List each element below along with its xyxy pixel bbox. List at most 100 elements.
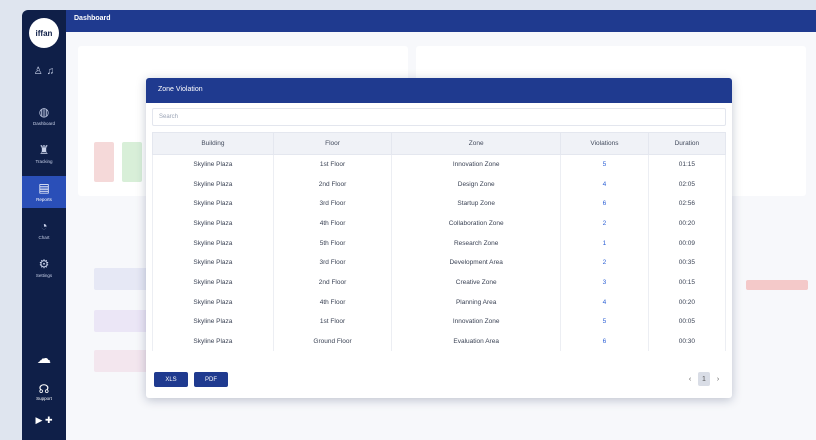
sidebar-item-label: Chart	[38, 235, 50, 240]
table-row: Skyline Plaza 3rd Floor Development Area 2 0…	[152, 252, 727, 273]
violations-table: Building Floor Zone Violations Duration Skyl…	[152, 132, 727, 352]
column-header: Zone	[391, 132, 562, 155]
export-xls-button[interactable]: XLS	[154, 372, 188, 387]
next-page-button[interactable]: ›	[712, 372, 724, 386]
top-bar: Dashboard	[66, 10, 816, 32]
dashboard-icon: ◍	[38, 105, 50, 119]
reports-icon: ▤	[38, 181, 50, 195]
bg-bar	[94, 142, 114, 182]
table-cell: 00:20	[647, 292, 727, 312]
table-cell: Collaboration Zone	[391, 213, 562, 234]
cloud-icon[interactable]: ☁	[22, 350, 66, 367]
bg-bar	[94, 350, 154, 372]
app-window: iffan ♙ ♫ ◍ Dashboard ♜ Tracking ▤ Reports ◔ Ch…	[22, 10, 816, 440]
table-cell: Skyline Plaza	[152, 213, 274, 234]
table-cell: 00:30	[647, 331, 727, 352]
table-row: Skyline Plaza 4th Floor Collaboration Zone…	[152, 213, 727, 234]
table-cell: 4th Floor	[272, 213, 393, 234]
tracking-icon: ♜	[38, 143, 50, 157]
violations-link[interactable]: 1	[560, 233, 649, 253]
table-row: Skyline Plaza 1st Floor Innovation Zone 5 00…	[152, 312, 727, 332]
violations-link[interactable]: 3	[560, 272, 649, 293]
page-title: Dashboard	[74, 15, 111, 22]
user-icon[interactable]: ♙	[34, 66, 43, 77]
zone-violation-modal: Zone Violation Search Building Floor Zone V…	[146, 78, 732, 398]
table-cell: 2nd Floor	[272, 174, 393, 194]
column-header: Building	[152, 132, 274, 155]
table-cell: Skyline Plaza	[152, 272, 274, 293]
table-cell: Ground Floor	[272, 331, 393, 352]
table-cell: Evaluation Area	[391, 331, 562, 352]
table-cell: 1st Floor	[272, 154, 393, 175]
violations-link[interactable]: 5	[560, 312, 649, 332]
pagination: ‹ 1 ›	[684, 372, 724, 386]
table-cell: 00:09	[647, 233, 727, 253]
table-cell: Startup Zone	[391, 193, 562, 214]
table-cell: Innovation Zone	[391, 312, 562, 332]
table-cell: 2nd Floor	[272, 272, 393, 293]
column-header: Floor	[272, 132, 393, 155]
table-cell: Skyline Plaza	[152, 174, 274, 194]
table-cell: Innovation Zone	[391, 154, 562, 175]
table-row: Skyline Plaza 2nd Floor Design Zone 4 02:05	[152, 174, 727, 194]
violations-link[interactable]: 5	[560, 154, 649, 175]
export-pdf-button[interactable]: PDF	[194, 372, 228, 387]
table-row: Skyline Plaza 3rd Floor Startup Zone 6 02:56	[152, 193, 727, 214]
modal-title: Zone Violation	[146, 78, 732, 103]
table-cell: Development Area	[391, 252, 562, 273]
store-icons[interactable]: ▶ ✚	[22, 415, 66, 426]
page-1-button[interactable]: 1	[698, 372, 710, 386]
violations-link[interactable]: 6	[560, 331, 649, 352]
table-cell: 02:56	[647, 193, 727, 214]
table-cell: 00:15	[647, 272, 727, 293]
sidebar-item-reports[interactable]: ▤ Reports	[22, 176, 66, 208]
table-cell: Skyline Plaza	[152, 193, 274, 214]
settings-icon: ⚙	[38, 257, 50, 271]
table-row: Skyline Plaza 2nd Floor Creative Zone 3 00:1…	[152, 272, 727, 293]
table-cell: Research Zone	[391, 233, 562, 253]
sidebar-top-icons: ♙ ♫	[22, 66, 66, 77]
table-cell: 00:20	[647, 213, 727, 234]
bg-bar	[94, 268, 154, 290]
table-cell: 1st Floor	[272, 312, 393, 332]
table-cell: Design Zone	[391, 174, 562, 194]
support-button[interactable]: ☊ Support	[22, 382, 66, 401]
bg-bar	[746, 280, 808, 290]
table-cell: Skyline Plaza	[152, 233, 274, 253]
prev-page-button[interactable]: ‹	[684, 372, 696, 386]
table-cell: Skyline Plaza	[152, 312, 274, 332]
sidebar-item-chart[interactable]: ◔ Chart	[22, 214, 66, 246]
sidebar-item-dashboard[interactable]: ◍ Dashboard	[22, 100, 66, 132]
sidebar: iffan ♙ ♫ ◍ Dashboard ♜ Tracking ▤ Reports ◔ Ch…	[22, 10, 66, 440]
column-header: Duration	[647, 132, 727, 155]
sidebar-item-settings[interactable]: ⚙ Settings	[22, 252, 66, 284]
table-row: Skyline Plaza Ground Floor Evaluation Area…	[152, 331, 727, 352]
table-cell: 00:35	[647, 252, 727, 273]
violations-link[interactable]: 4	[560, 174, 649, 194]
bg-bar	[122, 142, 142, 182]
sidebar-item-tracking[interactable]: ♜ Tracking	[22, 138, 66, 170]
table-cell: 3rd Floor	[272, 252, 393, 273]
table-row: Skyline Plaza 4th Floor Planning Area 4 00:2…	[152, 292, 727, 312]
sidebar-item-label: Reports	[36, 197, 52, 202]
violations-link[interactable]: 6	[560, 193, 649, 214]
table-cell: Skyline Plaza	[152, 292, 274, 312]
table-cell: 01:15	[647, 154, 727, 175]
violations-link[interactable]: 2	[560, 213, 649, 234]
table-cell: 00:05	[647, 312, 727, 332]
violations-link[interactable]: 4	[560, 292, 649, 312]
app-logo: iffan	[29, 18, 59, 48]
support-label: Support	[36, 396, 52, 401]
sidebar-item-label: Settings	[35, 273, 53, 278]
search-input[interactable]: Search	[152, 108, 726, 126]
table-cell: Planning Area	[391, 292, 562, 312]
table-cell: 3rd Floor	[272, 193, 393, 214]
table-row: Skyline Plaza 1st Floor Innovation Zone 5 01…	[152, 154, 727, 175]
sidebar-item-label: Tracking	[35, 159, 53, 164]
table-cell: Creative Zone	[391, 272, 562, 293]
bell-icon[interactable]: ♫	[47, 66, 55, 77]
violations-link[interactable]: 2	[560, 252, 649, 273]
sidebar-item-label: Dashboard	[32, 121, 55, 126]
table-cell: Skyline Plaza	[152, 331, 274, 352]
table-cell: 5th Floor	[272, 233, 393, 253]
